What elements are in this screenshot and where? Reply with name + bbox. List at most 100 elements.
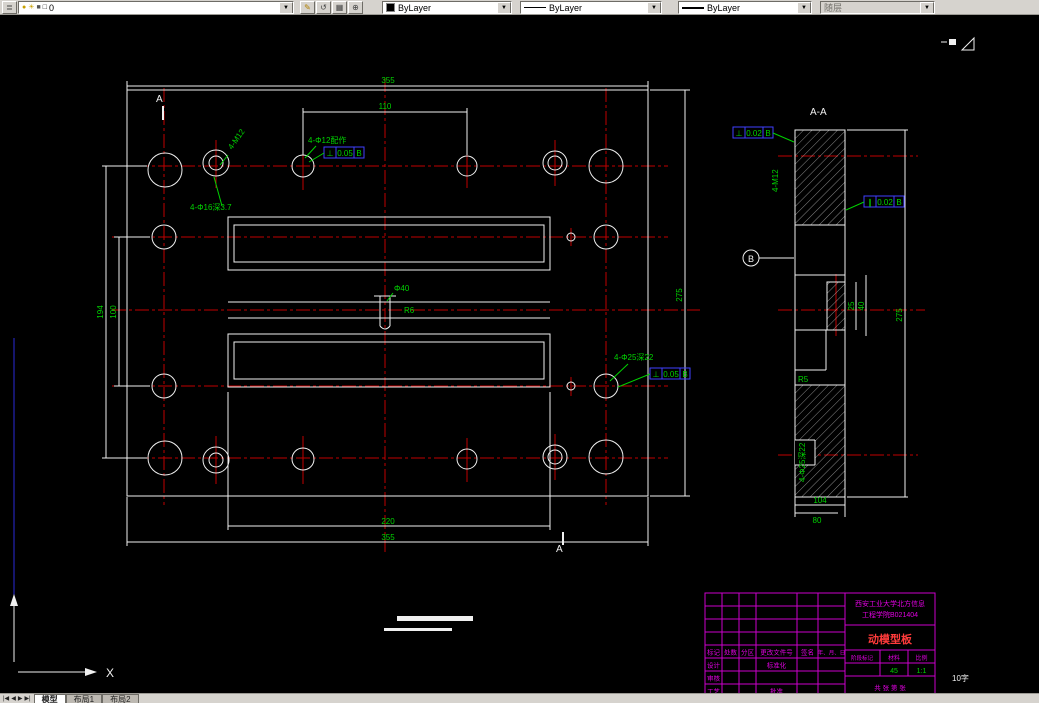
dim-section-height: 275 bbox=[895, 308, 904, 322]
titleblock-standard: 标准化 bbox=[767, 661, 787, 670]
layer-isolate-button[interactable]: ⊕ bbox=[348, 1, 363, 14]
datum-balloon-label: B bbox=[748, 254, 754, 264]
chevron-down-icon[interactable]: ▼ bbox=[279, 2, 293, 13]
tolerance-symbol: ∥ bbox=[868, 198, 872, 207]
dim-left-inner: 100 bbox=[109, 305, 118, 319]
tolerance-datum: B bbox=[682, 370, 687, 379]
plotstyle-combo-value: 随层 bbox=[824, 3, 843, 13]
tolerance-value: 0.02 bbox=[877, 198, 893, 207]
annotation-section-phi25: 4-Φ25深22 bbox=[798, 442, 807, 482]
drawing-canvas[interactable]: 355 110 194 100 275 220 355 A A 4-M12 4-… bbox=[0, 0, 1039, 703]
dim-section-d2: 40 bbox=[857, 301, 866, 310]
tab-layout1-label: 布局1 bbox=[73, 694, 95, 703]
tab-nav-buttons: |◀ ◀ ▶ ▶| bbox=[0, 694, 34, 703]
autocad-window: 355 110 194 100 275 220 355 A A 4-M12 4-… bbox=[0, 0, 1039, 703]
prev-tab-button[interactable]: ◀ bbox=[11, 695, 16, 702]
tolerance-symbol: ⊥ bbox=[327, 149, 334, 158]
main-view bbox=[112, 78, 700, 552]
titleblock-material-label: 材料 bbox=[888, 654, 900, 662]
titleblock-scale-value: 1:1 bbox=[917, 668, 927, 675]
layer-combo[interactable]: ● ☀ ■ □ 0 ▼ bbox=[18, 1, 294, 14]
linetype-combo[interactable]: ByLayer ▼ bbox=[520, 1, 662, 14]
next-tab-button[interactable]: ▶ bbox=[18, 695, 23, 702]
annotation-m12: 4-M12 bbox=[226, 127, 247, 151]
main-view-dimensions: 355 110 194 100 275 220 355 A A bbox=[96, 76, 690, 555]
titleblock-material-value: 45 bbox=[890, 668, 898, 675]
titleblock-sheets: 共 张 第 张 bbox=[874, 683, 906, 692]
font-size-note: 10字 bbox=[952, 673, 969, 683]
titleblock-stage-label: 阶段标记 bbox=[851, 654, 874, 662]
chevron-down-icon[interactable]: ▼ bbox=[497, 2, 511, 13]
titleblock-school-line1: 西安工业大学北方信息 bbox=[855, 599, 925, 608]
tab-layout2-label: 布局2 bbox=[110, 694, 131, 703]
titleblock-school-line2: 工程学院B021404 bbox=[862, 610, 918, 619]
tab-layout2[interactable]: 布局2 bbox=[102, 694, 139, 703]
last-tab-button[interactable]: ▶| bbox=[24, 695, 30, 702]
tolerance-symbol: ⊥ bbox=[653, 370, 660, 379]
dim-section-bottom2: 80 bbox=[813, 516, 822, 525]
make-object-layer-button[interactable]: ✎ bbox=[300, 1, 315, 14]
annotation-phi16: 4-Φ16深3.7 bbox=[190, 203, 232, 212]
first-tab-button[interactable]: |◀ bbox=[3, 695, 9, 702]
section-cut-label-top: A bbox=[156, 94, 163, 105]
annotation-phi40: Φ40 bbox=[394, 284, 410, 293]
titleblock-hdr-count: 处数 bbox=[724, 648, 738, 657]
dim-left-outer: 194 bbox=[96, 305, 105, 319]
layer-states-button[interactable]: ▦ bbox=[332, 1, 347, 14]
tab-model[interactable]: 模型 bbox=[33, 694, 66, 703]
chevron-down-icon: ▼ bbox=[920, 2, 934, 13]
ucs-icon: X bbox=[10, 594, 114, 680]
tolerance-datum: B bbox=[896, 198, 901, 207]
titleblock-part-name: 动模型板 bbox=[868, 632, 913, 646]
annotation-r6: R6 bbox=[404, 306, 415, 315]
layer-previous-button[interactable]: ↺ bbox=[316, 1, 331, 14]
chevron-down-icon[interactable]: ▼ bbox=[797, 2, 811, 13]
color-combo[interactable]: ByLayer ▼ bbox=[382, 1, 512, 14]
titleblock-scale-label: 比例 bbox=[915, 654, 927, 662]
linetype-sample-icon bbox=[524, 7, 546, 8]
dim-top-inner: 110 bbox=[379, 102, 392, 111]
title-block: 标记 处数 分区 更改文件号 签名 年、月、日 设计 标准化 审核 工艺 批准 … bbox=[704, 592, 969, 698]
titleblock-review: 审核 bbox=[707, 674, 721, 683]
layer-freeze-icon: ☀ bbox=[28, 4, 35, 11]
lineweight-combo-value: ByLayer bbox=[707, 2, 741, 13]
tolerance-symbol: ⊥ bbox=[736, 129, 743, 138]
plotstyle-combo: 随层 ▼ bbox=[820, 1, 935, 14]
tolerance-datum: B bbox=[765, 129, 770, 138]
annotation-phi25: 4-Φ25深22 bbox=[614, 353, 654, 362]
dim-section-radius: R5 bbox=[798, 375, 809, 384]
ucs-x-axis-label: X bbox=[106, 666, 114, 680]
titleblock-hdr-doc: 更改文件号 bbox=[760, 648, 793, 657]
tolerance-datum: B bbox=[356, 149, 361, 158]
annotation-section-m12: 4-M12 bbox=[771, 169, 780, 192]
dim-top-overall: 355 bbox=[381, 76, 395, 85]
chevron-down-icon[interactable]: ▼ bbox=[647, 2, 661, 13]
titleblock-hdr-zone: 分区 bbox=[741, 648, 755, 657]
layer-on-icon: ● bbox=[22, 4, 27, 11]
annotation-phi12: 4-Φ12配作 bbox=[308, 135, 346, 145]
titleblock-hdr-mark: 标记 bbox=[707, 648, 721, 657]
titleblock-design: 设计 bbox=[707, 661, 721, 670]
layer-properties-button[interactable]: ≣ bbox=[2, 1, 17, 14]
dim-right-outer: 275 bbox=[675, 288, 684, 302]
properties-toolbar: ≣ ● ☀ ■ □ 0 ▼ ✎ ↺ ▦ ⊕ ByLayer ▼ ByLayer … bbox=[0, 0, 1039, 15]
section-view-label: A-A bbox=[810, 107, 827, 118]
layout-tab-bar: |◀ ◀ ▶ ▶| 模型 布局1 布局2 bbox=[0, 693, 1039, 703]
tab-model-label: 模型 bbox=[41, 694, 58, 703]
titleblock-hdr-date: 年、月、日 bbox=[818, 649, 846, 657]
tolerance-value: 0.02 bbox=[746, 129, 762, 138]
color-swatch-icon bbox=[386, 3, 395, 12]
layer-lock-icon: ■ bbox=[36, 4, 41, 11]
dim-bottom-inner: 220 bbox=[381, 517, 395, 526]
tolerance-value: 0.05 bbox=[663, 370, 679, 379]
tab-layout1[interactable]: 布局1 bbox=[65, 694, 103, 703]
section-cut-label-bottom: A bbox=[556, 544, 563, 555]
linetype-combo-value: ByLayer bbox=[549, 2, 583, 13]
section-view: A-A B ⊥ 0.02 B ∥ 0.02 B 104 80 25 40 R5 … bbox=[732, 107, 925, 525]
lineweight-combo[interactable]: ByLayer ▼ bbox=[678, 1, 812, 14]
titleblock-hdr-sign: 签名 bbox=[801, 648, 814, 657]
color-combo-value: ByLayer bbox=[398, 2, 432, 13]
tolerance-value: 0.05 bbox=[337, 149, 353, 158]
dim-bottom-outer: 355 bbox=[381, 533, 395, 542]
layer-color-icon: □ bbox=[42, 4, 47, 11]
